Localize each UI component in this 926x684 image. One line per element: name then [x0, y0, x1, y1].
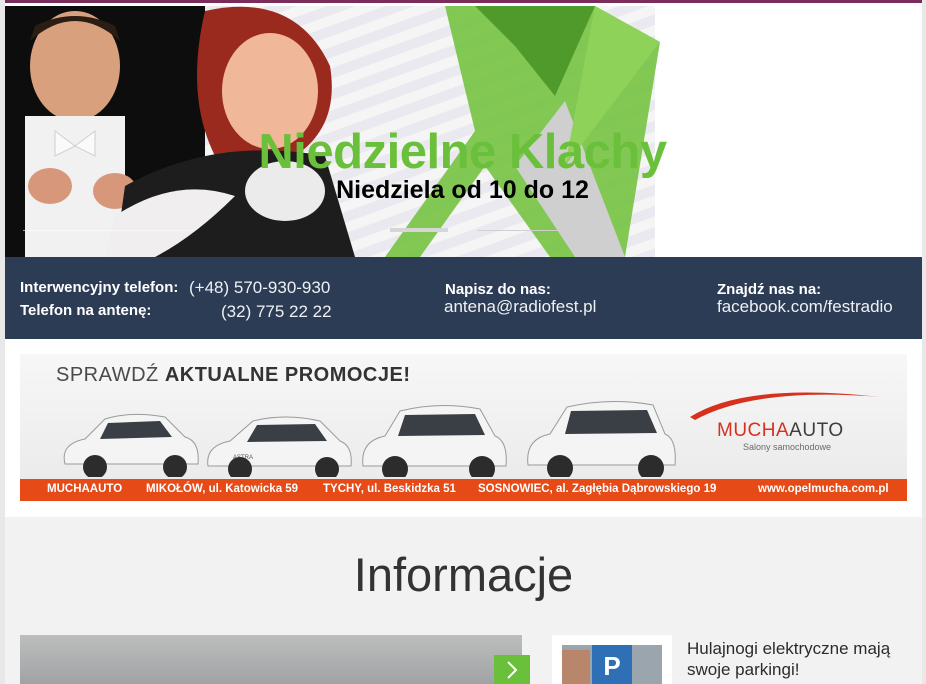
section-title: Informacje — [353, 548, 574, 601]
news-item-title[interactable]: Hulajnogi elektryczne mają swoje parking… — [687, 638, 917, 680]
show-schedule: Niedziela od 10 do 12 — [336, 176, 589, 204]
car-corsa — [63, 413, 199, 477]
car-crossland — [362, 404, 507, 477]
ad-brand-subtitle: Salony samochodowe — [743, 442, 832, 452]
social-label: Znajdź nas na: — [717, 281, 822, 298]
hero-decor-line — [23, 230, 193, 231]
ad-container: SPRAWDŹ AKTUALNE PROMOCJE! ASTRA — [5, 339, 922, 517]
ad-cars-image: ASTRA — [63, 400, 676, 477]
featured-news-photo[interactable] — [20, 635, 522, 684]
ad-footer-bar: MUCHAAUTO MIKOŁÓW, ul. Katowicka 59 TYCH… — [20, 479, 907, 501]
parking-sign-image: P — [562, 645, 662, 684]
ad-headline-prefix: SPRAWDŹ — [56, 364, 159, 386]
hotline-number[interactable]: (+48) 570-930-930 — [189, 278, 330, 298]
slider-indicator-active[interactable] — [390, 228, 448, 232]
ad-headline: SPRAWDŹ AKTUALNE PROMOCJE! — [56, 364, 411, 387]
news-thumbnail-image: P — [562, 645, 662, 684]
facebook-link[interactable]: facebook.com/festradio — [717, 297, 893, 317]
show-title: Niedzielne Klachy — [258, 125, 667, 179]
news-section: Informacje P Hulajnogi elektryczne mają … — [5, 517, 922, 684]
hotline-label: Interwencyjny telefon: — [20, 279, 179, 296]
onair-label: Telefon na antenę: — [20, 302, 152, 319]
contact-bar: Interwencyjny telefon: (+48) 570-930-930… — [5, 257, 922, 339]
ad-footer-mikolow: MIKOŁÓW, ul. Katowicka 59 — [146, 483, 299, 495]
ad-footer-sosnowiec: SOSNOWIEC, al. Zagłębia Dąbrowskiego 19 — [478, 483, 717, 495]
email-link[interactable]: antena@radiofest.pl — [444, 297, 596, 317]
car-grandland — [527, 400, 676, 477]
ad-brand-name: MUCHAAUTO — [717, 420, 844, 442]
ad-footer-tychy: TYCHY, ul. Beskidzka 51 — [323, 483, 456, 495]
ad-brand-a: MUCHA — [717, 420, 790, 441]
ad-brand-b: AUTO — [789, 420, 844, 441]
email-label: Napisz do nas: — [445, 281, 551, 298]
ad-footer-brand: MUCHAAUTO — [47, 483, 123, 495]
ad-headline-bold: AKTUALNE PROMOCJE! — [164, 364, 411, 386]
onair-number[interactable]: (32) 775 22 22 — [221, 302, 332, 322]
slider-indicator[interactable] — [478, 230, 602, 231]
slider-next-button[interactable] — [494, 655, 530, 684]
scrollbar-track[interactable] — [922, 0, 926, 684]
hero-banner[interactable]: Niedzielne Klachy Niedziela od 10 do 12 — [5, 6, 922, 257]
svg-text:P: P — [603, 651, 620, 681]
ad-footer-url: www.opelmucha.com.pl — [758, 483, 889, 495]
mucha-auto-logo-swoosh — [690, 392, 880, 420]
top-border — [0, 0, 926, 3]
chevron-right-icon — [507, 661, 518, 679]
news-thumbnail[interactable]: P — [552, 635, 672, 684]
car-astra: ASTRA — [207, 416, 352, 477]
ad-banner-mucha-auto[interactable]: SPRAWDŹ AKTUALNE PROMOCJE! ASTRA — [20, 354, 907, 501]
